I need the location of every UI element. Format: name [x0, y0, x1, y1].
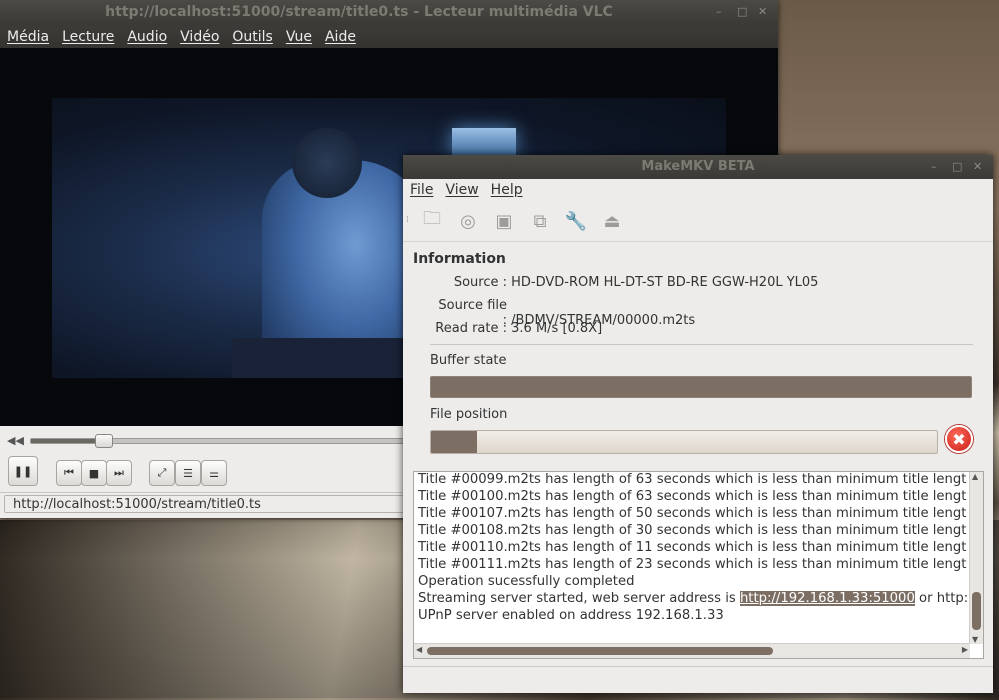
vlc-menu-2[interactable]: Audio — [127, 29, 167, 45]
mkv-menu-0[interactable]: File — [410, 182, 433, 198]
log-vertical-scrollbar[interactable]: ▲ ▼ — [969, 472, 983, 644]
minimize-icon[interactable]: – — [716, 5, 722, 18]
eject-icon: ⏏ — [603, 210, 621, 232]
makemkv-toolbar: ⁞ 🗀 ◎ ▣ ⧉ 🔧 ⏏ — [403, 201, 993, 242]
info-rate-row: Read rate : 3.6 M/s [0.8X] — [430, 321, 602, 336]
stop-button[interactable]: ■ — [81, 460, 107, 486]
scroll-down-icon[interactable]: ▼ — [972, 635, 978, 644]
makemkv-titlebar[interactable]: MakeMKV BETA – □ ✕ — [403, 155, 993, 179]
vlc-menu-1[interactable]: Lecture — [62, 29, 114, 45]
buffer-state-bar — [430, 376, 972, 398]
stream-address-link[interactable]: http://192.168.1.33:51000 — [739, 591, 915, 606]
stop-icon: ■ — [88, 466, 100, 480]
log-line-streaming: Streaming server started, web server add… — [418, 590, 967, 607]
makemkv-window: MakeMKV BETA – □ ✕ File View Help ⁞ 🗀 ◎ ▣ … — [403, 155, 993, 693]
video-scene-head — [292, 128, 362, 198]
divider — [430, 344, 973, 345]
open-disc-button[interactable]: ◎ — [455, 209, 481, 233]
log-line-upnp: UPnP server enabled on address 192.168.1… — [418, 608, 724, 623]
source-label: Source : — [453, 275, 507, 290]
log-line: Operation sucessfully completed — [418, 574, 635, 589]
scroll-left-icon[interactable]: ◀ — [416, 645, 422, 654]
vlc-menu-6[interactable]: Aide — [325, 29, 356, 45]
toolbar-grip-icon[interactable]: ⁞ — [406, 215, 409, 225]
video-scene-window — [452, 128, 516, 156]
stream-button[interactable]: ⧉ — [527, 209, 553, 233]
previous-icon: ⏮ — [64, 466, 74, 479]
vlc-titlebar[interactable]: http://localhost:51000/stream/title0.ts … — [0, 0, 778, 26]
next-icon: ⏭ — [114, 466, 124, 479]
stream-prefix: Streaming server started, web server add… — [418, 591, 740, 606]
next-button[interactable]: ⏭ — [106, 460, 132, 486]
vlc-menu-5[interactable]: Vue — [286, 29, 312, 45]
makemkv-window-title: MakeMKV BETA — [641, 159, 755, 174]
fullscreen-icon: ⤢ — [157, 466, 167, 479]
equalizer-icon: ⚌ — [209, 466, 219, 480]
backup-button[interactable]: ▣ — [491, 209, 517, 233]
seek-handle[interactable] — [95, 434, 114, 448]
save-disk-icon: ▣ — [495, 210, 513, 232]
pause-icon: ❚❚ — [13, 464, 33, 478]
eject-button[interactable]: ⏏ — [599, 209, 625, 233]
previous-button[interactable]: ⏮ — [56, 460, 82, 486]
read-rate-value: 3.6 M/s [0.8X] — [511, 321, 603, 336]
minimize-icon[interactable]: – — [931, 160, 937, 173]
vlc-menu-3[interactable]: Vidéo — [180, 29, 219, 45]
mkv-menu-2[interactable]: Help — [491, 182, 523, 198]
pause-button[interactable]: ❚❚ — [8, 456, 38, 486]
source-value: HD-DVD-ROM HL-DT-ST BD-RE GGW-H20L YL05 — [511, 275, 819, 290]
extended-settings-button[interactable]: ⚌ — [201, 460, 227, 486]
playlist-icon: ☰ — [183, 466, 193, 480]
vlc-menu-0[interactable]: Média — [7, 29, 49, 45]
info-source-row: Source : HD-DVD-ROM HL-DT-ST BD-RE GGW-H… — [430, 275, 819, 290]
vlc-menubar: Média Lecture Audio Vidéo Outils Vue Aide — [0, 26, 778, 48]
seek-slider[interactable] — [30, 434, 412, 448]
mkv-menu-1[interactable]: View — [445, 182, 478, 198]
vlc-window-title: http://localhost:51000/stream/title0.ts … — [105, 4, 613, 20]
cancel-icon: ✖ — [952, 429, 966, 449]
playlist-button[interactable]: ☰ — [175, 460, 201, 486]
log-line: Title #00108.m2ts has length of 30 secon… — [418, 523, 967, 538]
log-horizontal-thumb[interactable] — [427, 647, 773, 655]
log-line: Title #00110.m2ts has length of 11 secon… — [418, 540, 967, 555]
close-icon[interactable]: ✕ — [973, 160, 982, 173]
maximize-icon[interactable]: □ — [952, 160, 962, 173]
open-files-button[interactable]: 🗀 — [419, 208, 445, 233]
file-position-label: File position — [430, 407, 508, 422]
fullscreen-button[interactable]: ⤢ — [149, 460, 175, 486]
log-output[interactable]: Title #00099.m2ts has length of 63 secon… — [413, 471, 984, 659]
stream-url-label: http://localhost:51000/stream/title0.ts — [4, 495, 404, 513]
cancel-button[interactable]: ✖ — [945, 425, 973, 453]
stream-suffix: or http://lo — [919, 591, 967, 606]
log-lines: Title #00099.m2ts has length of 63 secon… — [418, 472, 967, 624]
log-line: Title #00107.m2ts has length of 50 secon… — [418, 506, 967, 521]
disc-icon: ◎ — [460, 210, 476, 232]
log-line: Title #00111.m2ts has length of 23 secon… — [418, 557, 967, 572]
file-position-bar — [430, 430, 938, 454]
rewind-icon[interactable]: ◀◀ — [7, 434, 24, 447]
vlc-menu-4[interactable]: Outils — [232, 29, 272, 45]
scroll-right-icon[interactable]: ▶ — [962, 645, 968, 654]
wrench-icon: 🔧 — [564, 210, 588, 232]
information-heading: Information — [413, 251, 506, 267]
seek-fill — [31, 439, 104, 443]
maximize-icon[interactable]: □ — [737, 5, 747, 18]
read-rate-label: Read rate : — [435, 321, 507, 336]
preferences-button[interactable]: 🔧 — [563, 209, 589, 233]
log-vertical-thumb[interactable] — [972, 592, 981, 630]
log-line: Title #00100.m2ts has length of 63 secon… — [418, 489, 967, 504]
file-position-fill — [431, 431, 477, 453]
network-icon: ⧉ — [533, 210, 547, 232]
log-line: Title #00099.m2ts has length of 63 secon… — [418, 472, 967, 487]
log-horizontal-scrollbar[interactable]: ◀ ▶ — [414, 643, 970, 658]
folder-open-icon: 🗀 — [423, 208, 441, 229]
buffer-state-label: Buffer state — [430, 353, 507, 368]
scroll-up-icon[interactable]: ▲ — [972, 472, 978, 481]
makemkv-menubar: File View Help — [403, 179, 993, 201]
close-icon[interactable]: ✕ — [758, 5, 767, 18]
makemkv-statusbar — [403, 666, 993, 693]
